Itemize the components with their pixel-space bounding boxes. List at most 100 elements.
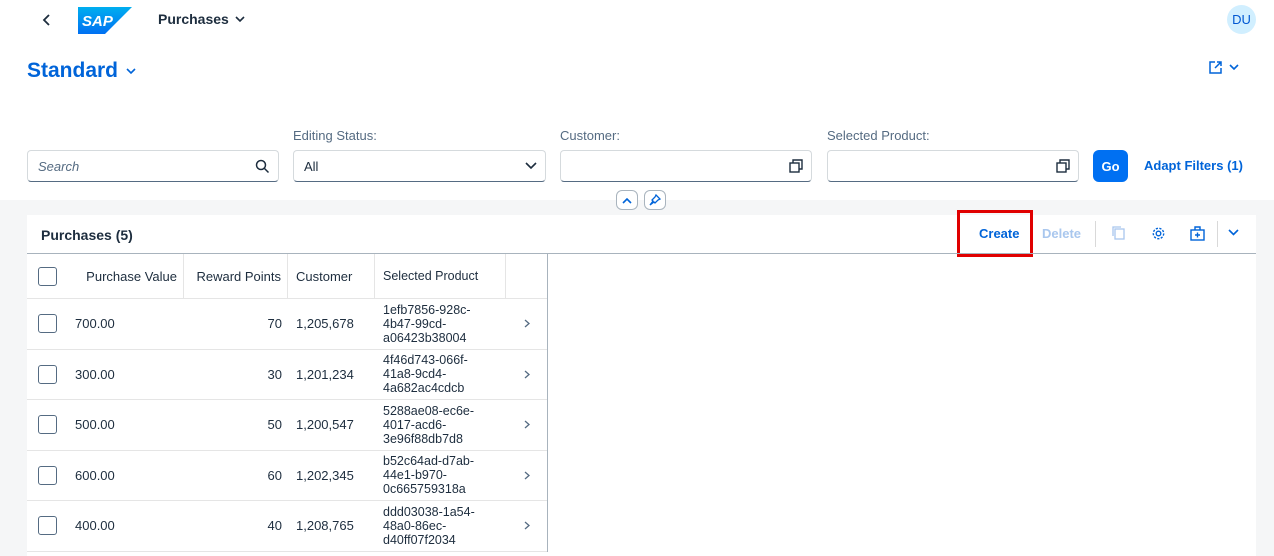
selected-product-cell: 5288ae08-ec6e- 4017-acd6- 3e96f88db7d8 bbox=[383, 403, 475, 446]
table-panel: Purchases (5) Create Delete Purchase Val… bbox=[27, 210, 1256, 556]
share-icon bbox=[1209, 61, 1222, 74]
chevron-down-icon bbox=[525, 162, 537, 170]
user-avatar[interactable]: DU bbox=[1227, 5, 1256, 34]
column-header-nav bbox=[506, 254, 547, 298]
reward-points-cell: 60 bbox=[267, 467, 282, 483]
chevron-right-icon bbox=[524, 319, 530, 328]
chevron-left-icon bbox=[42, 14, 50, 26]
select-all-cell bbox=[27, 254, 67, 298]
pin-header-button[interactable] bbox=[644, 190, 666, 210]
column-header-purchase-value[interactable]: Purchase Value bbox=[67, 254, 184, 298]
reward-points-cell: 40 bbox=[267, 518, 282, 534]
row-checkbox[interactable] bbox=[37, 516, 57, 536]
share-button[interactable] bbox=[1208, 60, 1239, 75]
value-help-icon[interactable] bbox=[1056, 159, 1070, 173]
table-row[interactable]: 300.00 30 1,201,234 4f46d743-066f- 41a8-… bbox=[27, 350, 547, 400]
app-title: Purchases bbox=[158, 11, 229, 27]
delete-button[interactable]: Delete bbox=[1042, 226, 1081, 241]
customer-cell: 1,208,765 bbox=[296, 518, 354, 534]
chevron-down-icon bbox=[235, 15, 245, 22]
search-icon bbox=[255, 159, 270, 174]
avatar-initials: DU bbox=[1232, 12, 1251, 27]
column-header-customer[interactable]: Customer bbox=[288, 254, 375, 298]
purchase-value-cell: 700.00 bbox=[75, 316, 115, 332]
chevron-down-icon bbox=[1229, 64, 1239, 71]
row-navigation[interactable] bbox=[506, 299, 547, 349]
purchase-value-cell: 500.00 bbox=[75, 417, 115, 433]
go-button[interactable]: Go bbox=[1093, 150, 1128, 182]
selected-product-cell: ddd03038-1a54- 48a0-86ec- d40ff07f2034 bbox=[383, 504, 475, 547]
search-input[interactable]: Search bbox=[27, 150, 279, 182]
shell-bar: SAP Purchases DU bbox=[0, 0, 1274, 40]
editing-status-label: Editing Status: bbox=[293, 128, 377, 143]
chevron-up-icon bbox=[622, 197, 632, 204]
table-row[interactable]: 400.00 40 1,208,765 ddd03038-1a54- 48a0-… bbox=[27, 501, 547, 552]
row-navigation[interactable] bbox=[506, 350, 547, 400]
filter-header: Standard Search Editing Status: All Cust… bbox=[0, 40, 1274, 200]
chevron-right-icon bbox=[524, 471, 530, 480]
row-checkbox[interactable] bbox=[37, 465, 57, 485]
customer-label: Customer: bbox=[560, 128, 620, 143]
table-top-border bbox=[548, 253, 1256, 254]
pin-icon bbox=[649, 194, 661, 206]
editing-status-select[interactable]: All bbox=[293, 150, 546, 182]
table-row[interactable]: 600.00 60 1,202,345 b52c64ad-d7ab- 44e1-… bbox=[27, 451, 547, 501]
reward-points-cell: 50 bbox=[267, 417, 282, 433]
row-checkbox[interactable] bbox=[37, 314, 57, 334]
back-button[interactable] bbox=[36, 10, 58, 30]
search-placeholder: Search bbox=[38, 158, 80, 174]
selected-product-cell: 4f46d743-066f- 41a8-9cd4- 4a682ac4cdcb bbox=[383, 353, 468, 396]
row-select-cell bbox=[27, 299, 67, 349]
customer-cell: 1,202,345 bbox=[296, 467, 354, 483]
customer-cell: 1,205,678 bbox=[296, 316, 354, 332]
reward-points-cell: 70 bbox=[267, 316, 282, 332]
variant-selector[interactable]: Standard bbox=[27, 59, 136, 83]
sap-logo: SAP bbox=[78, 7, 132, 34]
toolbar-separator bbox=[1217, 221, 1218, 247]
chevron-right-icon bbox=[524, 370, 530, 379]
chevron-right-icon bbox=[524, 521, 530, 530]
row-select-cell bbox=[27, 400, 67, 450]
copy-icon[interactable] bbox=[1112, 226, 1126, 240]
row-checkbox[interactable] bbox=[37, 364, 57, 384]
create-button[interactable]: Create bbox=[979, 226, 1019, 241]
selected-product-label: Selected Product: bbox=[827, 128, 930, 143]
toolbar-separator bbox=[1095, 221, 1096, 247]
column-header-reward-points[interactable]: Reward Points bbox=[184, 254, 288, 298]
row-navigation[interactable] bbox=[506, 451, 547, 501]
collapse-header-button[interactable] bbox=[616, 190, 638, 210]
table-title: Purchases (5) bbox=[41, 227, 133, 243]
customer-cell: 1,200,547 bbox=[296, 417, 354, 433]
row-select-cell bbox=[27, 501, 67, 551]
chevron-down-icon[interactable] bbox=[1228, 229, 1239, 236]
table-header-row: Purchase Value Reward Points Customer Se… bbox=[27, 254, 547, 299]
purchase-value-cell: 400.00 bbox=[75, 518, 115, 534]
customer-field[interactable] bbox=[560, 150, 812, 182]
export-icon[interactable] bbox=[1190, 226, 1206, 241]
customer-cell: 1,201,234 bbox=[296, 366, 354, 382]
settings-icon[interactable] bbox=[1151, 226, 1166, 241]
reward-points-cell: 30 bbox=[267, 366, 282, 382]
table-row[interactable]: 500.00 50 1,200,547 5288ae08-ec6e- 4017-… bbox=[27, 400, 547, 451]
select-all-checkbox[interactable] bbox=[37, 266, 57, 286]
row-select-cell bbox=[27, 451, 67, 501]
purchase-value-cell: 600.00 bbox=[75, 467, 115, 483]
row-checkbox[interactable] bbox=[37, 415, 57, 435]
selected-product-cell: 1efb7856-928c- 4b47-99cd- a06423b38004 bbox=[383, 302, 471, 345]
purchases-table: Purchase Value Reward Points Customer Se… bbox=[27, 253, 548, 552]
column-header-selected-product[interactable]: Selected Product bbox=[375, 254, 506, 298]
selected-product-cell: b52c64ad-d7ab- 44e1-b970- 0c665759318a bbox=[383, 454, 475, 497]
selected-product-field[interactable] bbox=[827, 150, 1079, 182]
value-help-icon[interactable] bbox=[789, 159, 803, 173]
table-row[interactable]: 700.00 70 1,205,678 1efb7856-928c- 4b47-… bbox=[27, 299, 547, 350]
row-navigation[interactable] bbox=[506, 400, 547, 450]
variant-name: Standard bbox=[27, 59, 119, 82]
chevron-down-icon bbox=[126, 67, 136, 74]
editing-status-value: All bbox=[304, 158, 319, 174]
purchase-value-cell: 300.00 bbox=[75, 366, 115, 382]
app-title-menu[interactable]: Purchases bbox=[158, 11, 245, 27]
row-select-cell bbox=[27, 350, 67, 400]
adapt-filters-button[interactable]: Adapt Filters (1) bbox=[1144, 158, 1243, 173]
row-navigation[interactable] bbox=[506, 501, 547, 551]
svg-text:SAP: SAP bbox=[82, 13, 114, 30]
